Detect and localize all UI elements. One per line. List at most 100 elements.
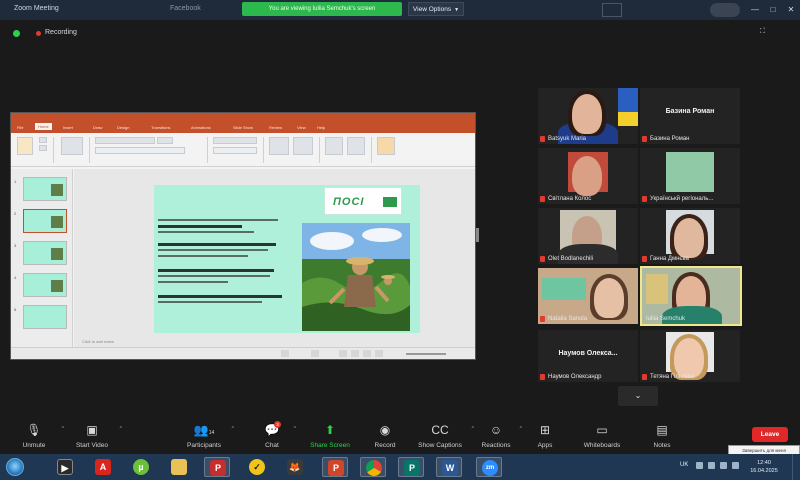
chevron-down-icon: ▼ <box>454 7 460 13</box>
zoom-slider[interactable] <box>406 353 446 355</box>
clock[interactable]: 12:40 16.04.2025 <box>748 459 780 475</box>
ribbon-separator <box>263 137 264 163</box>
chevron-up-icon[interactable]: ^ <box>294 426 296 432</box>
start-button[interactable] <box>6 458 24 476</box>
notes-icon[interactable] <box>281 350 289 357</box>
unmute-button[interactable]: 🎙 Unmute ^ <box>12 422 64 449</box>
language-indicator[interactable]: UK <box>680 462 688 468</box>
taskbar-app-norton[interactable]: ✓ <box>244 457 270 477</box>
sorter-view-icon[interactable] <box>351 350 359 357</box>
participant-tile[interactable]: Batsyuk Maria <box>538 88 638 144</box>
security-shield-icon[interactable] <box>13 30 20 37</box>
chat-button[interactable]: 💬 3 Chat ^ <box>256 421 296 449</box>
participant-tile[interactable]: Тетяна Гільмачі <box>640 330 740 382</box>
minimize-button[interactable]: — <box>748 3 762 17</box>
notes-button[interactable]: ▤ Notes <box>648 422 676 449</box>
leave-button[interactable]: Leave <box>752 427 788 442</box>
split-handle[interactable] <box>476 228 479 242</box>
participants-label: Participants <box>187 442 221 449</box>
share-banner: You are viewing Iuliia Semchuk's screen <box>242 2 402 16</box>
second-tab[interactable]: Facebook <box>170 5 201 12</box>
designer-icon <box>377 137 395 155</box>
participant-face <box>594 278 624 318</box>
participant-face <box>572 94 602 134</box>
participant-image <box>666 152 714 192</box>
slide-thumbnail-selected[interactable] <box>23 209 67 233</box>
view-options-button[interactable]: View Options ▼ <box>408 2 464 16</box>
record-button[interactable]: ◉ Record <box>368 422 402 449</box>
slide-text-line <box>158 243 276 246</box>
reactions-button[interactable]: ☺ Reactions ^ <box>478 422 522 449</box>
ppt-tab: Help <box>317 125 326 130</box>
meeting-toolbar: 🎙 Unmute ^ ▣ Start Video ^ 👥14 Participa… <box>0 420 800 454</box>
taskbar-app-zoom[interactable]: zm <box>476 457 502 477</box>
chevron-up-icon[interactable]: ^ <box>62 426 64 432</box>
participant-tile[interactable]: Natalia Sanola <box>538 268 638 324</box>
slide-thumbnail[interactable] <box>23 177 67 201</box>
taskbar: ▶ A µ P ✓ 🦊 P P W zm UK 12:40 16.04.2025 <box>0 454 800 480</box>
taskbar-app-pdf-reader[interactable]: P <box>204 457 230 477</box>
show-captions-button[interactable]: CC Show Captions ^ <box>414 422 474 449</box>
close-button[interactable]: ✕ <box>784 3 798 17</box>
taskbar-app-powerpoint[interactable]: P <box>322 457 348 477</box>
participant-tile[interactable]: Olet Bodlanechili <box>538 208 638 264</box>
normal-view-icon[interactable] <box>339 350 347 357</box>
participant-tile[interactable]: Базина Роман Базина Роман <box>640 88 740 144</box>
taskbar-app-fox[interactable]: 🦊 <box>282 457 308 477</box>
folder-icon <box>171 459 187 475</box>
find-icon <box>325 137 343 155</box>
powerpoint-icon: P <box>328 460 344 476</box>
battery-icon[interactable] <box>732 462 739 469</box>
chevron-up-icon[interactable]: ^ <box>520 426 522 432</box>
taskbar-app-media[interactable]: ▶ <box>52 457 78 477</box>
window-tool-pill[interactable] <box>710 3 740 17</box>
tray-arrow-icon[interactable] <box>696 462 703 469</box>
participant-tile[interactable]: Наумов Олекса... Наумов Олександр <box>538 330 638 382</box>
show-captions-label: Show Captions <box>418 442 462 449</box>
chat-label: Chat <box>265 442 279 449</box>
slide-thumbnail[interactable] <box>23 273 67 297</box>
slide-thumbnail[interactable] <box>23 241 67 265</box>
participant-tile[interactable]: Ганна Дмнєва <box>640 208 740 264</box>
participants-button[interactable]: 👥14 Participants ^ <box>182 422 234 449</box>
current-slide[interactable]: ПОСІ <box>154 185 420 333</box>
reading-view-icon[interactable] <box>363 350 371 357</box>
window-tool-box[interactable] <box>602 3 622 17</box>
maximize-button[interactable]: □ <box>766 3 780 17</box>
ppt-statusbar <box>11 347 475 359</box>
background-shelf <box>646 274 668 304</box>
taskbar-app-word[interactable]: W <box>436 457 462 477</box>
volume-icon[interactable] <box>720 462 727 469</box>
window-title: Zoom Meeting <box>14 5 59 12</box>
taskbar-app-chrome[interactable] <box>360 457 386 477</box>
participant-tile[interactable]: Світлана Колос <box>538 148 638 204</box>
start-video-button[interactable]: ▣ Start Video ^ <box>70 422 122 449</box>
participant-tile[interactable]: Українськй регіональ... <box>640 148 740 204</box>
share-screen-button[interactable]: ⬆ Share Screen <box>306 422 354 449</box>
participants-count: 14 <box>208 430 215 436</box>
taskbar-app-explorer[interactable] <box>166 457 192 477</box>
chevron-up-icon[interactable]: ^ <box>120 426 122 432</box>
fullscreen-icon[interactable]: ⛶ <box>760 28 765 36</box>
apps-button[interactable]: ⊞ Apps <box>532 422 558 449</box>
slide-text-line <box>158 295 282 298</box>
slide-thumbnail[interactable] <box>23 305 67 329</box>
chevron-up-icon[interactable]: ^ <box>232 426 234 432</box>
show-desktop-button[interactable] <box>792 454 800 480</box>
whiteboards-button[interactable]: ▭ Whiteboards <box>578 422 626 449</box>
taskbar-app-publisher[interactable]: P <box>398 457 424 477</box>
participant-tile-active-speaker[interactable]: Iuliia Semchuk <box>640 266 742 326</box>
font-format-row <box>95 147 185 154</box>
slideshow-icon[interactable] <box>375 350 383 357</box>
taskbar-app-pdf[interactable]: A <box>90 457 116 477</box>
network-icon[interactable] <box>708 462 715 469</box>
paste-icon <box>17 137 33 155</box>
chevron-up-icon[interactable]: ^ <box>472 426 474 432</box>
video-off-icon: ▣ <box>86 423 98 437</box>
whiteboard-icon: ▭ <box>596 423 608 437</box>
gallery-next-page-button[interactable]: ⌄ <box>618 386 658 406</box>
new-slide-icon <box>61 137 83 155</box>
taskbar-app-torrent[interactable]: µ <box>128 457 154 477</box>
notes-pane[interactable]: Click to add notes <box>74 335 475 347</box>
comments-icon[interactable] <box>311 350 319 357</box>
